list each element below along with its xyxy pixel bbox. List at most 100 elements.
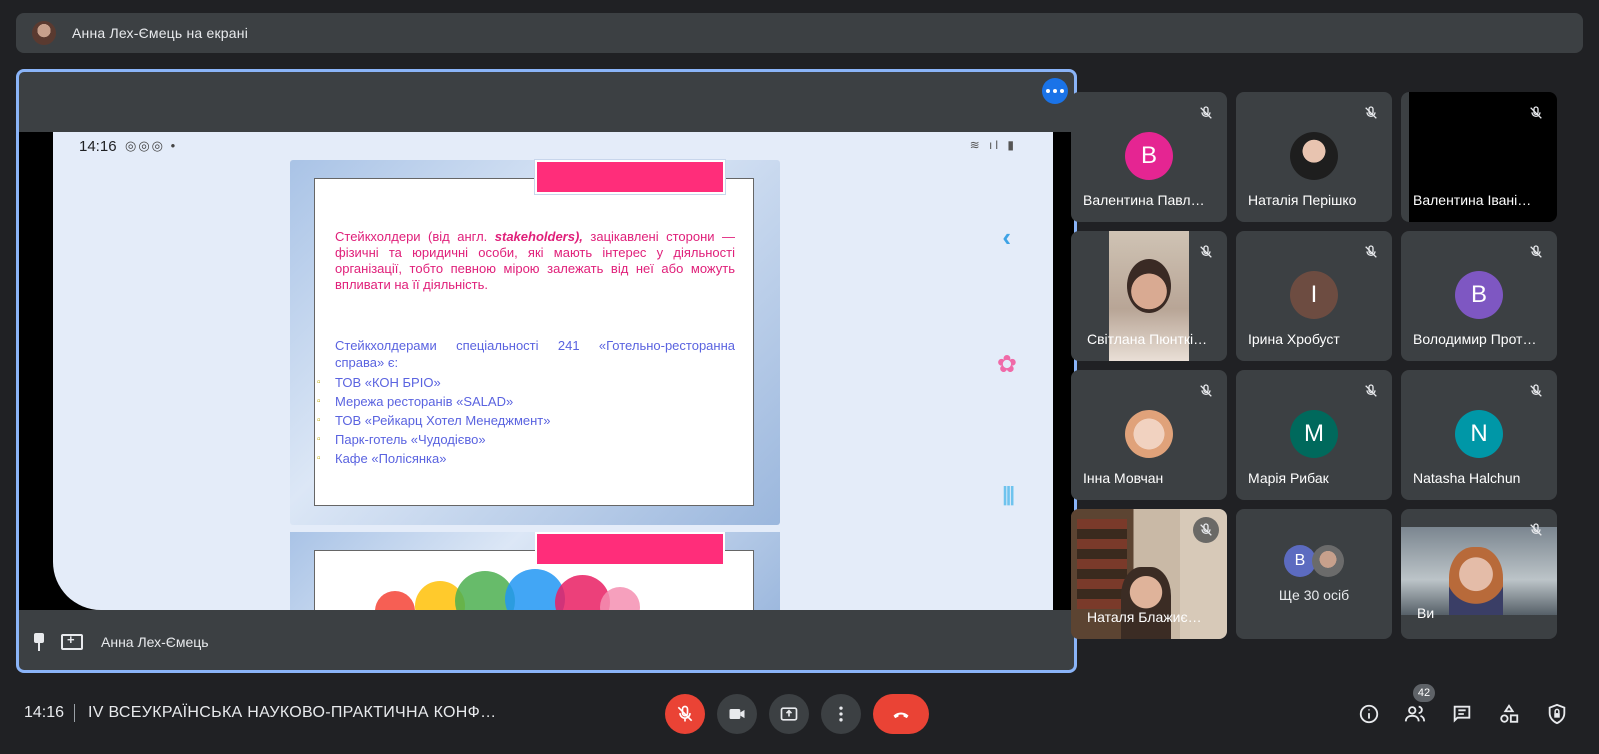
- slide: Стейкхолдери (від англ. stakeholders), з…: [290, 159, 780, 525]
- present-screen-icon: [780, 707, 798, 721]
- participant-tile[interactable]: Наталя Блажиє…: [1071, 509, 1227, 639]
- mic-off-icon: [1523, 378, 1549, 404]
- bookshelf: [1077, 519, 1127, 609]
- more-dot-icon: [1053, 89, 1057, 93]
- participant-name: Ірина Хробуст: [1248, 331, 1340, 347]
- more-options-button[interactable]: [821, 694, 861, 734]
- slide-stakeholders-list: ТОВ «КОН БРІО» Мережа ресторанів «SALAD»…: [317, 373, 735, 468]
- people-icon: [1404, 705, 1426, 722]
- more-participants-tile[interactable]: В Ще 30 осіб: [1236, 509, 1392, 639]
- participant-tile[interactable]: N Natasha Halchun: [1401, 370, 1557, 500]
- avatar: [1125, 410, 1173, 458]
- next-slide-pink-banner: [535, 532, 725, 566]
- participant-face: [1121, 567, 1171, 639]
- slide-pink-banner: [534, 159, 726, 195]
- avatar: М: [1290, 410, 1338, 458]
- mic-off-icon: [1193, 378, 1219, 404]
- video-edge: [1401, 92, 1409, 222]
- host-controls-button[interactable]: [1541, 698, 1573, 730]
- flower-icon[interactable]: ✿: [997, 350, 1017, 379]
- mic-toggle-button[interactable]: [665, 694, 705, 734]
- participant-name: Валентина Івані…: [1413, 192, 1532, 208]
- meeting-title: IV ВСЕУКРАЇНСЬКА НАУКОВО-ПРАКТИЧНА КОНФ…: [88, 704, 497, 721]
- presenting-banner-text: Анна Лех-Ємець на екрані: [72, 25, 249, 41]
- participant-tile[interactable]: Світлана Пюнткі…: [1071, 231, 1227, 361]
- mic-off-icon: [1523, 239, 1549, 265]
- participant-tile[interactable]: В Володимир Прот…: [1401, 231, 1557, 361]
- chat-button[interactable]: [1446, 698, 1478, 730]
- participant-name: Natasha Halchun: [1413, 470, 1521, 486]
- decor-bubble: [375, 591, 415, 610]
- list-item: Кафе «Полісянка»: [317, 449, 735, 468]
- list-item: Мережа ресторанів «SALAD»: [317, 392, 735, 411]
- pin-icon[interactable]: [31, 633, 47, 651]
- camera-icon: [729, 709, 745, 719]
- avatar: N: [1455, 410, 1503, 458]
- participant-tile[interactable]: Наталія Перішко: [1236, 92, 1392, 222]
- meeting-details-button[interactable]: [1353, 698, 1385, 730]
- participant-name: Світлана Пюнткі…: [1087, 331, 1208, 347]
- mic-off-icon: [1193, 100, 1219, 126]
- menu-bars-icon[interactable]: |||: [1002, 484, 1015, 507]
- mic-off-icon: [677, 705, 693, 722]
- divider: [74, 704, 75, 722]
- more-participants-label: Ще 30 осіб: [1278, 587, 1350, 603]
- more-dot-icon: [1060, 89, 1064, 93]
- next-slide: [290, 532, 780, 610]
- mic-off-icon: [1358, 100, 1384, 126]
- participant-face: [1127, 259, 1171, 313]
- mic-off-icon: [1358, 378, 1384, 404]
- list-item: Парк-готель «Чудодієво»: [317, 430, 735, 449]
- slide-content: Стейкхолдери (від англ. stakeholders), з…: [314, 178, 754, 506]
- list-item: ТОВ «Рейкарц Хотел Менеджмент»: [317, 411, 735, 430]
- avatar: [1312, 545, 1344, 577]
- chevron-left-icon[interactable]: ‹: [1002, 222, 1011, 253]
- camera-toggle-button[interactable]: [717, 694, 757, 734]
- presenter-name: Анна Лех-Ємець: [101, 634, 209, 650]
- shield-lock-icon: [1548, 703, 1566, 725]
- participant-name: Марія Рибак: [1248, 470, 1329, 486]
- presentation-icon: [61, 632, 83, 650]
- mic-off-icon: [1523, 100, 1549, 126]
- participant-name: Інна Мовчан: [1083, 470, 1164, 486]
- mic-off-icon: [1193, 517, 1219, 543]
- participant-tile[interactable]: І Ірина Хробуст: [1236, 231, 1392, 361]
- current-time: 14:16: [24, 704, 65, 721]
- call-controls-bar: 14:16 IV ВСЕУКРАЇНСЬКА НАУКОВО-ПРАКТИЧНА…: [0, 684, 1599, 740]
- presentation-tile[interactable]: 14:16 ◎◎◎ • ≋ ıl ▮ Стейкхолдери (від анг…: [16, 69, 1077, 673]
- participant-name: Наталія Перішко: [1248, 192, 1357, 208]
- leave-call-button[interactable]: [873, 694, 929, 734]
- participant-tile[interactable]: В Валентина Павл…: [1071, 92, 1227, 222]
- participant-tile[interactable]: М Марія Рибак: [1236, 370, 1392, 500]
- participant-tile-self[interactable]: Ви: [1401, 509, 1557, 639]
- hang-up-icon: [893, 712, 909, 719]
- participant-name: Ви: [1417, 605, 1435, 621]
- chat-icon: [1453, 705, 1471, 723]
- participant-name: Валентина Павл…: [1083, 192, 1205, 208]
- participant-tile[interactable]: Інна Мовчан: [1071, 370, 1227, 500]
- more-options-button[interactable]: [1042, 78, 1068, 104]
- show-everyone-button[interactable]: [1399, 698, 1431, 730]
- phone-screen: 14:16 ◎◎◎ • ≋ ıl ▮ Стейкхолдери (від анг…: [53, 132, 1053, 610]
- mic-off-icon: [1358, 239, 1384, 265]
- presenter-avatar: [32, 21, 56, 45]
- more-vert-icon: [839, 706, 843, 722]
- more-dot-icon: [1046, 89, 1050, 93]
- viber-notification-icon: ◎◎◎ •: [125, 138, 178, 153]
- participant-name: Володимир Прот…: [1413, 331, 1537, 347]
- activities-button[interactable]: [1493, 698, 1525, 730]
- present-now-button[interactable]: [769, 694, 809, 734]
- participant-name: Наталя Блажиє…: [1087, 609, 1202, 625]
- shared-screen: 14:16 ◎◎◎ • ≋ ıl ▮ Стейкхолдери (від анг…: [19, 132, 1074, 610]
- mic-off-icon: [1523, 517, 1549, 543]
- avatar: В: [1125, 132, 1173, 180]
- people-count-badge: 42: [1413, 684, 1435, 702]
- avatar: І: [1290, 271, 1338, 319]
- mic-off-icon: [1193, 239, 1219, 265]
- avatar: В: [1455, 271, 1503, 319]
- presenting-banner: Анна Лех-Ємець на екрані: [16, 13, 1583, 53]
- participant-tile[interactable]: Валентина Івані…: [1401, 92, 1557, 222]
- avatar: [1290, 132, 1338, 180]
- phone-status-time: 14:16: [79, 138, 117, 155]
- list-item: ТОВ «КОН БРІО»: [317, 373, 735, 392]
